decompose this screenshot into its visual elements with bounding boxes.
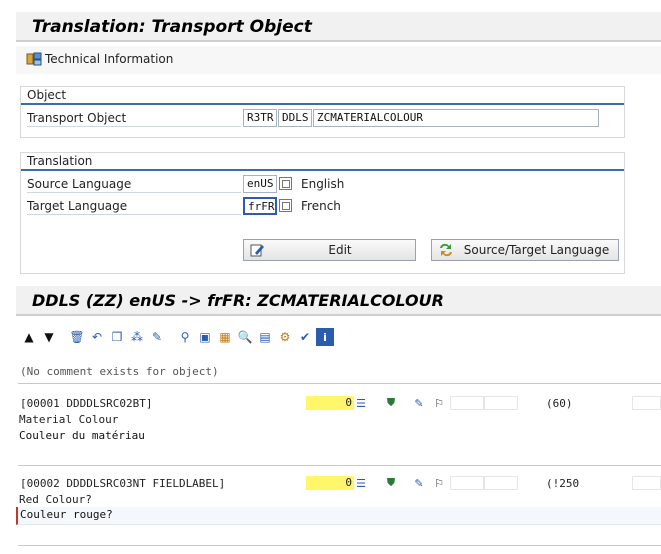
entry-count: 0 — [306, 476, 354, 490]
entry-header: [00001 DDDDLSRC02BT] — [20, 397, 153, 410]
source-target-button-label: Source/Target Language — [463, 243, 610, 257]
flag-icon[interactable]: ⚐ — [432, 396, 446, 410]
entry-count: 0 — [306, 396, 354, 410]
technical-info-icon — [26, 52, 42, 66]
status-cell — [484, 396, 518, 410]
flag-icon[interactable]: ⚐ — [432, 476, 446, 490]
edit-icon[interactable]: ✎ — [412, 396, 426, 410]
target-text-field[interactable]: Couleur du matériau — [18, 428, 439, 446]
copy-icon[interactable]: ❐ — [108, 328, 126, 346]
object-name-field[interactable]: ZCMATERIALCOLOUR — [313, 109, 599, 127]
divider — [18, 465, 661, 466]
entry-header: [00002 DDDDLSRC03NT FIELDLABEL] — [20, 477, 226, 490]
edit-button[interactable]: Edit — [243, 239, 416, 261]
status-cell — [450, 396, 484, 410]
value-help-icon[interactable] — [279, 177, 292, 190]
source-language-field[interactable]: enUS — [243, 175, 277, 193]
settings-icon[interactable]: ⚙ — [276, 328, 294, 346]
translation-group-title: Translation — [27, 154, 93, 168]
table-icon[interactable]: ▦ — [216, 328, 234, 346]
target-language-label: Target Language — [27, 197, 241, 215]
entry-length: (60) — [546, 397, 573, 410]
delete-icon[interactable]: 🗑 — [68, 328, 86, 346]
divider — [18, 545, 661, 546]
group-divider — [21, 103, 624, 105]
transport-object-label: Transport Object — [27, 109, 241, 127]
comment-text: (No comment exists for object) — [20, 365, 219, 378]
search-icon[interactable]: 🔍 — [236, 328, 254, 346]
target-text-field[interactable]: Couleur rouge? — [16, 507, 661, 525]
object-type-field[interactable]: DDLS — [278, 109, 312, 127]
arrow-up-icon[interactable]: ▲ — [20, 328, 38, 346]
pgmid-field[interactable]: R3TR — [243, 109, 277, 127]
title-bar: Translation: Transport Object — [16, 12, 661, 42]
technical-information-button[interactable]: Technical Information — [26, 52, 173, 66]
book-icon[interactable]: ▤ — [256, 328, 274, 346]
page-title: Translation: Transport Object — [32, 17, 312, 37]
status-cell — [632, 396, 661, 410]
technical-information-label: Technical Information — [45, 52, 174, 66]
status-cell — [450, 476, 484, 490]
info-icon[interactable]: i — [316, 328, 334, 346]
edit-proposal-icon[interactable]: ✎ — [148, 328, 166, 346]
status-cell — [484, 476, 518, 490]
target-language-field[interactable]: frFR — [243, 197, 277, 215]
application-toolbar: Technical Information — [16, 46, 661, 74]
value-help-icon[interactable] — [279, 199, 292, 212]
insert-proposal-icon[interactable]: ▣ — [196, 328, 214, 346]
arrow-down-icon[interactable]: ▼ — [40, 328, 58, 346]
target-language-text: French — [301, 199, 341, 213]
source-language-text: English — [301, 177, 345, 191]
entry-length: (!250 — [546, 477, 580, 490]
source-target-language-button[interactable]: Source/Target Language — [431, 239, 619, 261]
status-cell — [632, 476, 661, 490]
swap-arrows-icon — [440, 243, 452, 257]
source-language-label: Source Language — [27, 175, 241, 193]
stamp-icon[interactable]: ⛊ — [384, 396, 398, 410]
editor-title-bar: DDLS (ZZ) enUS -> frFR: ZCMATERIALCOLOUR — [16, 286, 661, 316]
source-text: Material Colour — [19, 413, 119, 426]
object-group-title: Object — [27, 88, 67, 102]
source-text: Red Colour? — [19, 493, 92, 506]
undo-icon[interactable]: ↶ — [88, 328, 106, 346]
translation-group: Translation Source Language enUS English… — [20, 152, 625, 274]
editor-toolbar: ▲ ▼ 🗑 ↶ ❐ ⁂ ✎ ⚲ ▣ ▦ 🔍 ▤ ⚙ ✔ i — [20, 325, 661, 349]
proposal-list-icon[interactable]: ☰ — [354, 396, 368, 410]
find-icon[interactable]: ⚲ — [176, 328, 194, 346]
editor-title: DDLS (ZZ) enUS -> frFR: ZCMATERIALCOLOUR — [32, 291, 444, 310]
edit-pencil-icon — [250, 244, 264, 257]
transfer-icon[interactable]: ⁂ — [128, 328, 146, 346]
object-group: Object Transport Object R3TR DDLS ZCMATE… — [20, 86, 625, 138]
edit-icon[interactable]: ✎ — [412, 476, 426, 490]
stamp-icon[interactable]: ⛊ — [384, 476, 398, 490]
proposal-list-icon[interactable]: ☰ — [354, 476, 368, 490]
edit-button-label: Edit — [328, 243, 352, 257]
group-divider — [21, 169, 624, 171]
divider — [18, 383, 661, 384]
check-icon[interactable]: ✔ — [296, 328, 314, 346]
